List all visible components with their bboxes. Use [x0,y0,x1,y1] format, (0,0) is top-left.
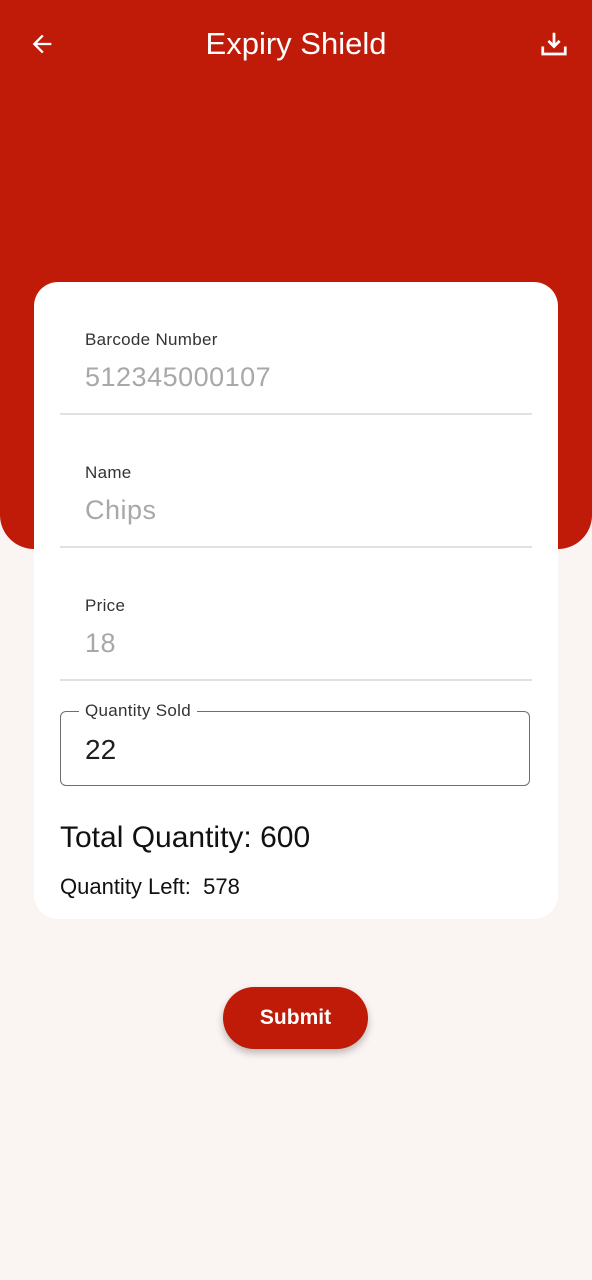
name-label: Name [85,463,132,482]
barcode-label: Barcode Number [85,330,218,349]
total-quantity-value: 600 [260,821,311,854]
page-title: Expiry Shield [205,26,387,61]
total-quantity-label: Total Quantity: [60,821,261,854]
download-button[interactable] [532,22,576,66]
submit-button[interactable]: Submit [223,987,368,1049]
quantity-left: Quantity Left: 578 [60,874,240,900]
quantity-left-value: 578 [203,874,240,899]
name-field: Name Chips [60,445,532,548]
quantity-sold-field[interactable]: Quantity Sold [60,701,530,786]
quantity-sold-input[interactable] [85,734,485,766]
price-label: Price [85,596,126,615]
download-icon [541,32,567,56]
product-form-card: Barcode Number 512345000107 Name Chips P… [34,282,558,919]
total-quantity: Total Quantity: 600 [60,821,310,855]
name-value: Chips [85,495,157,525]
quantity-left-label: Quantity Left: [60,874,197,899]
barcode-field: Barcode Number 512345000107 [60,312,532,415]
app-bar: Expiry Shield [0,0,592,88]
price-field: Price 18 [60,578,532,681]
barcode-value: 512345000107 [85,362,272,392]
quantity-sold-label: Quantity Sold [79,701,197,721]
price-value: 18 [85,628,117,658]
